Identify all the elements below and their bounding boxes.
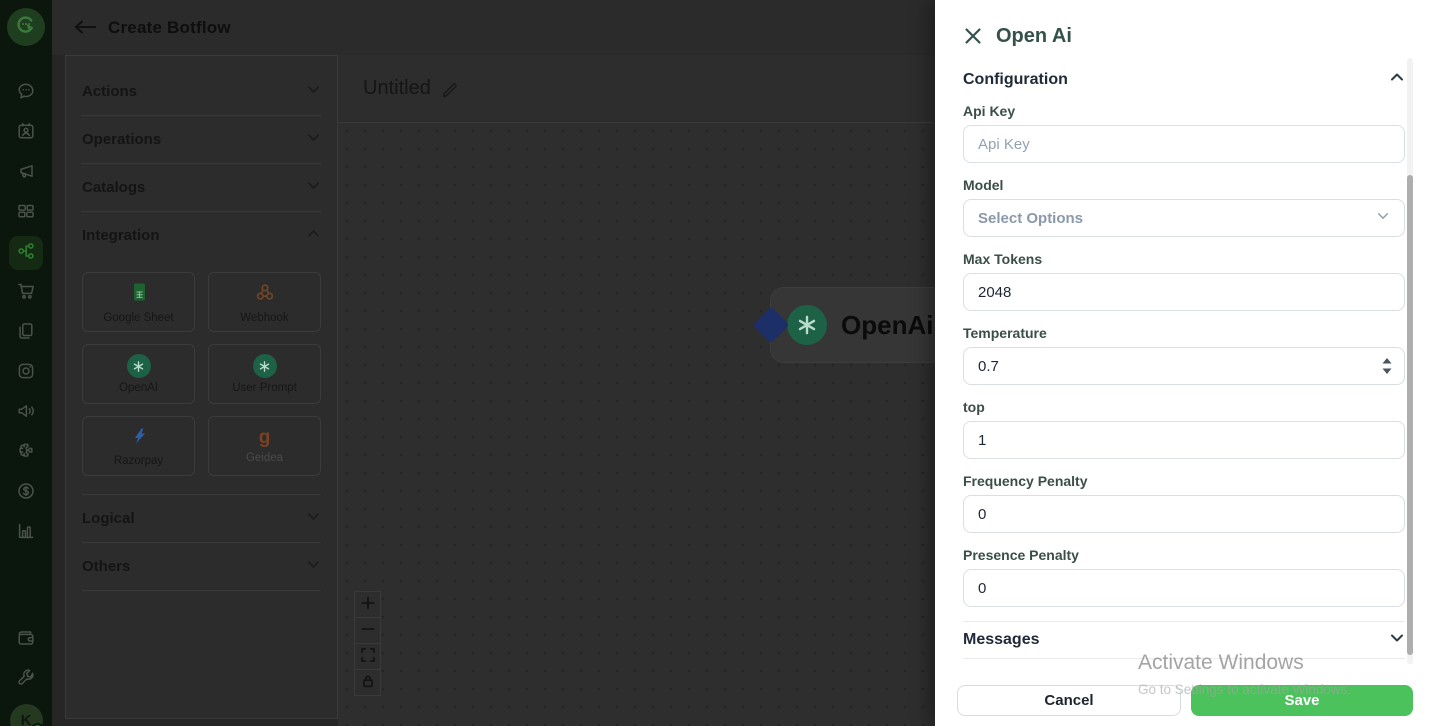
drawer-footer: Cancel Save <box>957 685 1413 716</box>
number-stepper-icon[interactable] <box>1382 358 1392 379</box>
save-button[interactable]: Save <box>1191 685 1413 716</box>
field-model: Model Select Options <box>963 177 1405 237</box>
api-key-input[interactable] <box>963 125 1405 163</box>
presence-penalty-input[interactable] <box>963 569 1405 607</box>
temperature-label: Temperature <box>963 325 1047 341</box>
field-temperature: Temperature <box>963 325 1405 385</box>
drawer-scrollbar-thumb[interactable] <box>1407 175 1413 655</box>
model-select[interactable]: Select Options <box>963 199 1405 237</box>
cancel-button[interactable]: Cancel <box>957 685 1181 716</box>
field-top: top <box>963 399 1405 459</box>
temperature-input[interactable] <box>963 347 1405 385</box>
messages-section-header[interactable]: Messages <box>963 622 1405 659</box>
max-tokens-input[interactable] <box>963 273 1405 311</box>
chevron-down-icon <box>1389 631 1405 650</box>
openai-config-drawer: Open Ai Configuration Api Key Model Sele… <box>935 0 1435 726</box>
chevron-up-icon <box>1389 70 1405 89</box>
max-tokens-label: Max Tokens <box>963 251 1043 267</box>
top-label: top <box>963 399 985 415</box>
field-api-key: Api Key <box>963 103 1405 163</box>
field-presence-penalty: Presence Penalty <box>963 547 1405 607</box>
api-key-label: Api Key <box>963 103 1016 119</box>
presence-penalty-label: Presence Penalty <box>963 547 1079 563</box>
model-select-placeholder: Select Options <box>978 209 1084 227</box>
configuration-section-header[interactable]: Configuration <box>963 70 1405 89</box>
close-drawer-button[interactable] <box>963 26 983 48</box>
model-label: Model <box>963 177 1004 193</box>
drawer-title: Open Ai <box>996 25 1072 47</box>
drawer-header: Open Ai <box>963 25 1405 48</box>
frequency-penalty-label: Frequency Penalty <box>963 473 1088 489</box>
field-max-tokens: Max Tokens <box>963 251 1405 311</box>
top-input[interactable] <box>963 421 1405 459</box>
close-icon <box>963 27 983 49</box>
chevron-down-icon <box>1376 209 1390 227</box>
app-root: K Create Botflow Actions Operations Cata… <box>0 0 1435 726</box>
drawer-scrollbar-track[interactable] <box>1407 58 1413 664</box>
field-frequency-penalty: Frequency Penalty <box>963 473 1405 533</box>
frequency-penalty-input[interactable] <box>963 495 1405 533</box>
drawer-backdrop[interactable] <box>0 0 935 726</box>
